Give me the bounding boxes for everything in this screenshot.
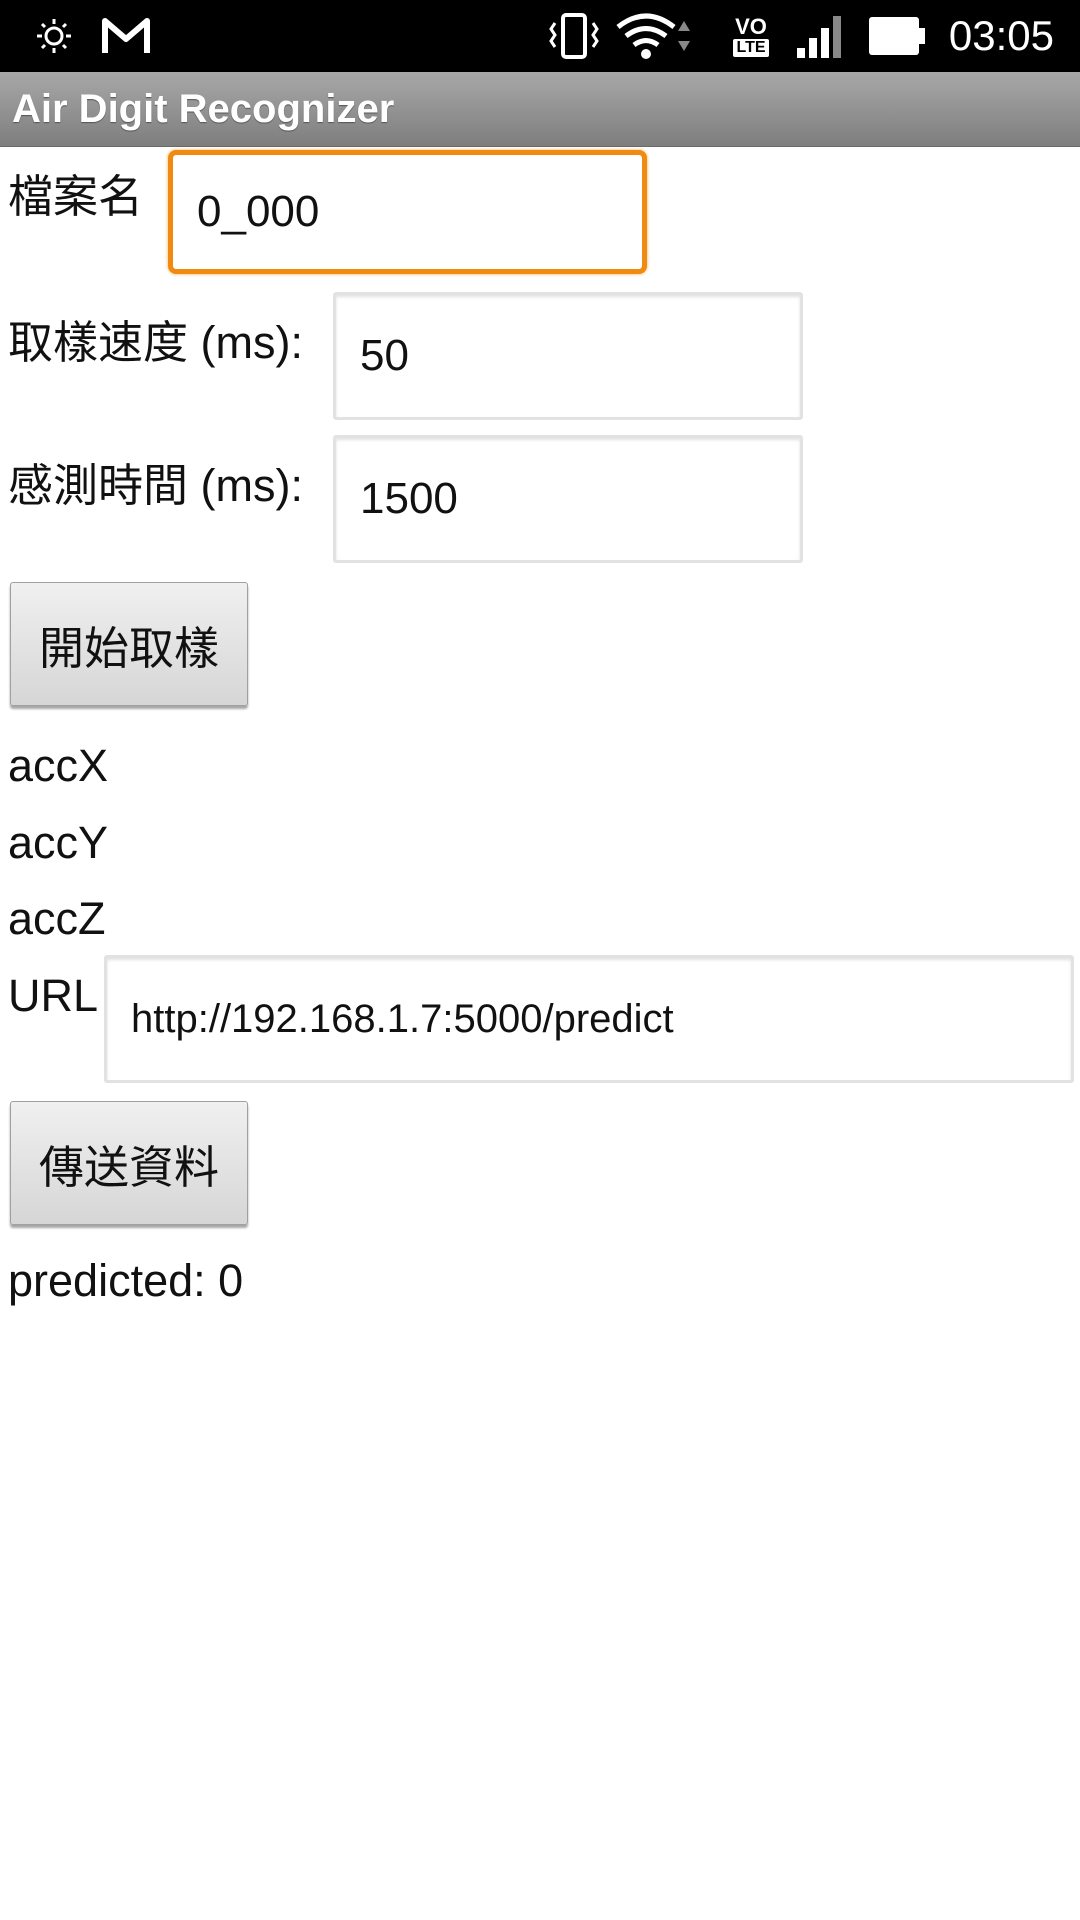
gmail-icon <box>100 0 152 72</box>
status-bar: VO LTE 03:05 <box>0 0 1080 72</box>
action-bar: Air Digit Recognizer <box>0 72 1080 147</box>
volte-icon: VO LTE <box>722 0 780 72</box>
sample-rate-label: 取樣速度 (ms): <box>8 317 303 368</box>
app-title: Air Digit Recognizer <box>12 87 395 131</box>
lte-text: LTE <box>733 39 769 57</box>
url-label: URL <box>8 970 99 1021</box>
sense-time-input[interactable] <box>336 438 800 560</box>
brightness-icon <box>34 0 74 72</box>
sample-rate-field[interactable] <box>333 292 803 420</box>
acc-y-text: accY <box>8 817 109 868</box>
sample-rate-input[interactable] <box>336 295 800 417</box>
battery-icon <box>866 0 928 72</box>
vibrate-icon <box>544 0 604 72</box>
url-field[interactable] <box>104 955 1074 1083</box>
volte-text: VO <box>735 14 767 39</box>
clock: 03:05 <box>948 12 1054 59</box>
acc-z-text: accZ <box>8 893 106 944</box>
start-sampling-button[interactable]: 開始取樣 <box>10 582 248 706</box>
signal-icon <box>792 0 848 72</box>
filename-input[interactable] <box>173 155 642 269</box>
wifi-icon <box>614 0 698 72</box>
sense-time-label: 感測時間 (ms): <box>8 460 303 511</box>
filename-field[interactable] <box>168 150 647 274</box>
predicted-text: predicted: 0 <box>8 1255 244 1306</box>
url-input[interactable] <box>107 958 1071 1080</box>
send-data-button[interactable]: 傳送資料 <box>10 1101 248 1225</box>
filename-label: 檔案名 <box>8 171 144 222</box>
acc-x-text: accX <box>8 740 109 791</box>
sense-time-field[interactable] <box>333 435 803 563</box>
